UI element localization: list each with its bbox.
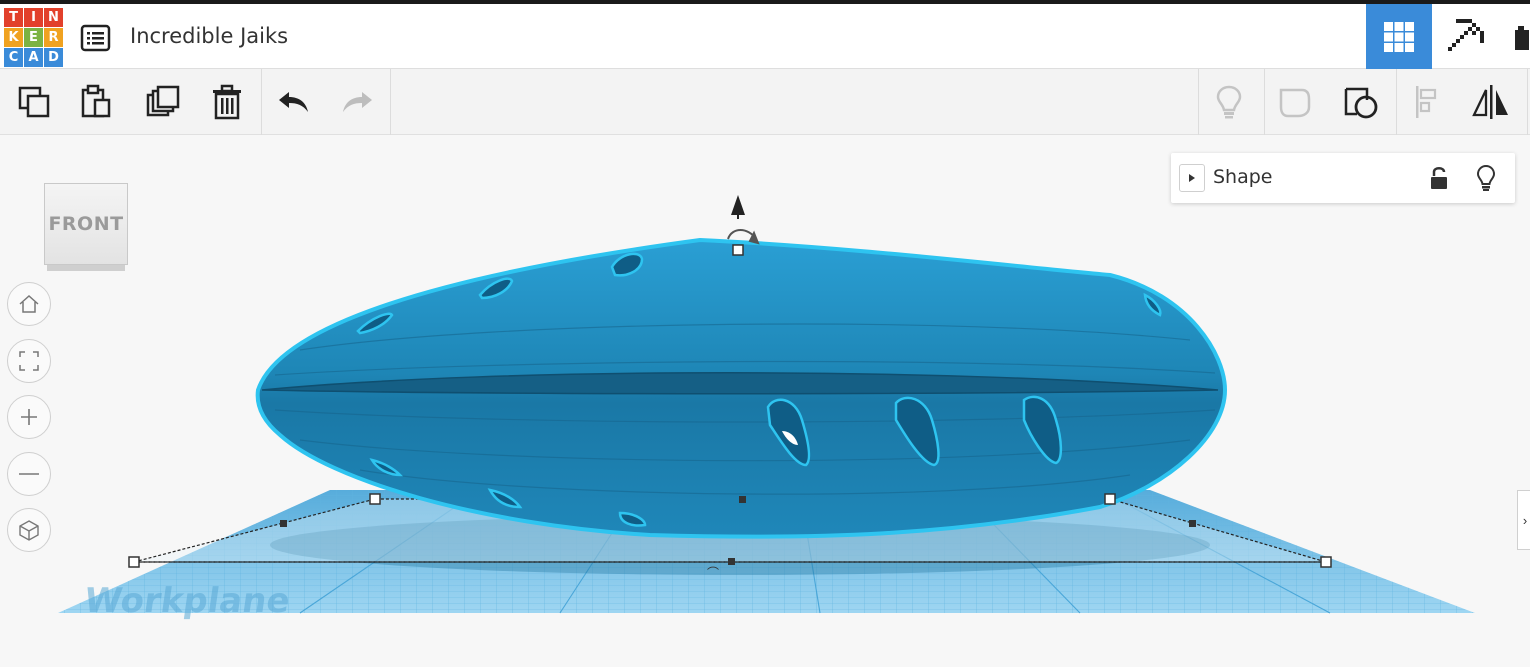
lift-arrow-handle[interactable]	[731, 195, 745, 219]
perspective-cube-icon	[19, 520, 39, 541]
list-icon	[80, 24, 111, 52]
toolbar-divider	[390, 69, 391, 135]
align-icon	[1416, 86, 1437, 118]
top-bar: T I N K E R C A D Incredible Jaiks	[0, 0, 1530, 69]
zoom-out-icon	[19, 473, 39, 475]
view-cube[interactable]: FRONT	[44, 183, 128, 271]
inspector-expand-button[interactable]	[1179, 164, 1205, 192]
inspector-title: Shape	[1213, 166, 1273, 188]
logo-letter: C	[4, 48, 23, 67]
workplane-label: Workplane	[82, 581, 293, 621]
note-icon	[1279, 88, 1311, 118]
3d-viewport[interactable]: Workplane ⌒	[0, 135, 1530, 667]
edit-toolbar	[0, 69, 1530, 135]
grid-icon	[1384, 21, 1414, 52]
design-menu-button[interactable]	[80, 24, 112, 52]
toolbar-divider	[1527, 69, 1528, 135]
lightbulb-icon	[1476, 164, 1496, 191]
zoom-in-icon	[21, 409, 37, 425]
side-panel-tab[interactable]: ›	[1517, 490, 1530, 550]
notes-button[interactable]	[1270, 77, 1320, 127]
trash-icon	[213, 84, 241, 120]
redo-button[interactable]	[332, 77, 382, 127]
brick-icon	[1515, 25, 1529, 50]
view-cube-base	[47, 265, 125, 271]
logo-letter: R	[44, 28, 63, 47]
zoom-out-button[interactable]	[7, 452, 51, 496]
home-view-button[interactable]	[7, 282, 51, 326]
pickaxe-icon	[1448, 18, 1484, 51]
dimension-marker: ⌒	[707, 566, 719, 580]
duplicate-icon	[146, 85, 180, 117]
delete-button[interactable]	[202, 77, 252, 127]
logo-letter: D	[44, 48, 63, 67]
tinkercad-logo[interactable]: T I N K E R C A D	[4, 8, 63, 67]
logo-letter: N	[44, 8, 63, 27]
perspective-toggle-button[interactable]	[7, 508, 51, 552]
logo-letter: K	[4, 28, 23, 47]
mirror-icon	[1472, 85, 1508, 119]
logo-letter: I	[24, 8, 43, 27]
copy-button[interactable]	[9, 77, 59, 127]
view-cube-front-face[interactable]: FRONT	[44, 183, 128, 265]
bricks-view-button[interactable]	[1500, 4, 1530, 69]
align-button[interactable]	[1402, 77, 1452, 127]
redo-icon	[343, 92, 372, 112]
hide-shape-button[interactable]	[1472, 164, 1500, 192]
logo-letter: T	[4, 8, 23, 27]
design-title[interactable]: Incredible Jaiks	[130, 24, 288, 48]
fit-view-icon	[19, 351, 39, 371]
paste-button[interactable]	[71, 77, 121, 127]
minecraft-view-button[interactable]	[1433, 4, 1499, 69]
ruler-button[interactable]	[1336, 77, 1386, 127]
caret-right-icon	[1189, 174, 1195, 182]
unlock-icon	[1431, 167, 1447, 189]
3d-design-view-button[interactable]	[1366, 4, 1432, 69]
paste-icon	[81, 84, 111, 118]
logo-letter: E	[24, 28, 43, 47]
duplicate-button[interactable]	[138, 77, 188, 127]
logo-letter: A	[24, 48, 43, 67]
ruler-icon	[1344, 87, 1378, 119]
zoom-in-button[interactable]	[7, 395, 51, 439]
undo-button[interactable]	[269, 77, 319, 127]
copy-icon	[18, 86, 50, 118]
fit-view-button[interactable]	[7, 339, 51, 383]
show-all-button[interactable]	[1204, 77, 1254, 127]
toolbar-divider	[261, 69, 262, 135]
lightbulb-icon	[1216, 85, 1242, 119]
chevron-icon: ›	[1522, 512, 1528, 528]
undo-icon	[279, 92, 308, 112]
toolbar-divider	[1264, 69, 1265, 135]
mirror-button[interactable]	[1466, 77, 1516, 127]
lock-toggle-button[interactable]	[1426, 164, 1454, 192]
shape-inspector-panel: Shape	[1171, 153, 1515, 203]
toolbar-divider	[1198, 69, 1199, 135]
home-icon	[19, 294, 39, 313]
toolbar-divider	[1396, 69, 1397, 135]
3d-shape[interactable]	[255, 237, 1228, 539]
